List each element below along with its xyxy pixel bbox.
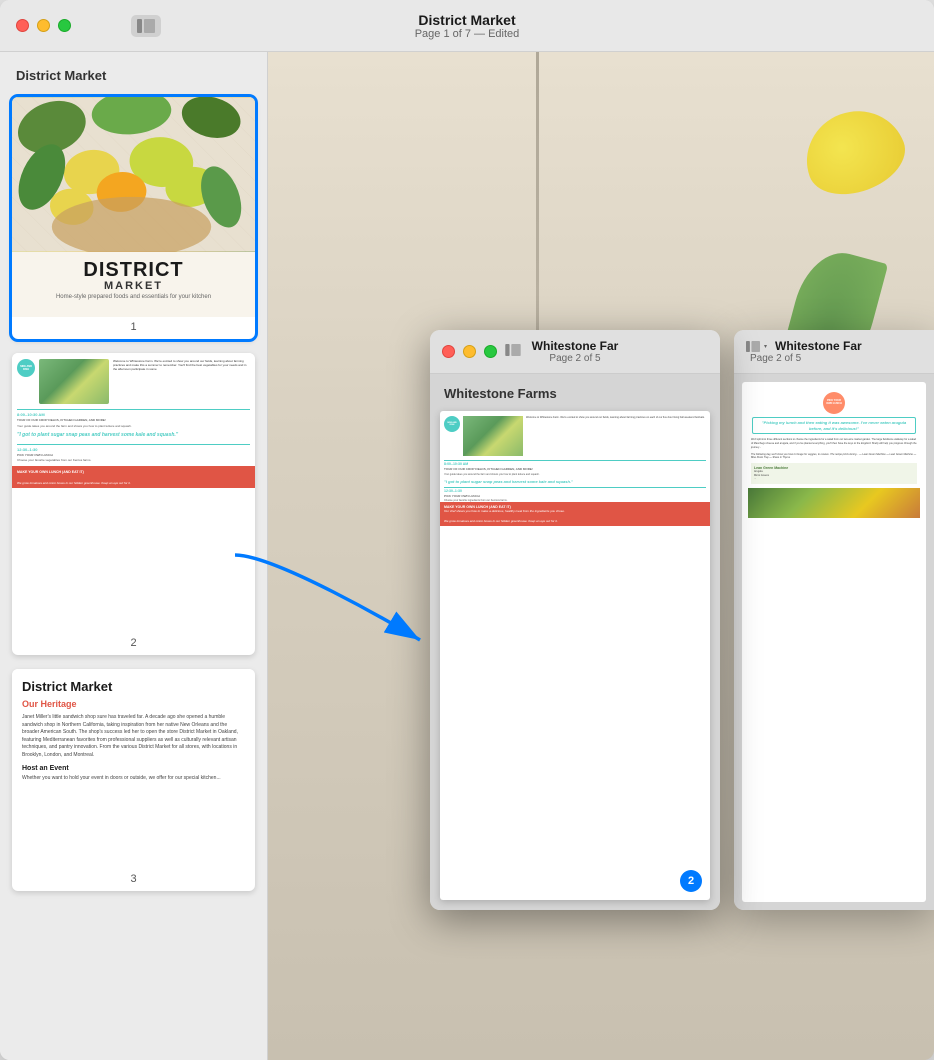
document-subtitle: Page 1 of 7 — Edited [415,28,520,40]
ws-circle: SIDE ANDDISH [444,416,460,432]
ws-text-col: Welcome to Whitestone Farm. We're excite… [526,416,706,456]
thumb2-photo [39,359,109,404]
second-close-button[interactable] [442,345,455,358]
thumb2-schedule2: 12:30–1:30 PICK YOUR OWN LUNCH Choose yo… [12,444,255,462]
window-title-area: District Market Page 1 of 7 — Edited [415,12,520,40]
thumb2-time3-label: MAKE YOUR OWN LUNCH (AND EAT IT) [17,470,250,474]
maximize-button[interactable] [58,19,71,32]
page-1-label: 1 [12,317,255,339]
page-number-badge: 2 [680,870,702,892]
second-minimize-button[interactable] [463,345,476,358]
third-veg-image [748,488,920,518]
third-text-block: We'll split into three different section… [748,436,920,451]
thumb3-body: Janet Miller's little sandwich shop sure… [22,714,245,759]
page-3-preview: District Market Our Heritage Janet Mille… [12,669,255,869]
ws-header: SIDE ANDDISH Welcome to Whitestone Farm.… [440,411,710,459]
third-pick-circle: PICK YOUROWN LUNCH [823,392,845,414]
third-page-content: PICK YOUROWN LUNCH "Picking my lunch and… [742,382,926,524]
thumb3-title: District Market [22,679,245,694]
third-green-section: Lean Green Machine ArugulaMicro Greens..… [751,463,917,484]
ws-red: MAKE YOUR OWN LUNCH (AND EAT IT) Our che… [440,502,710,516]
page-3-content: District Market Our Heritage Janet Mille… [12,669,255,869]
ws-red-text: Our chef shows you how to make a delicio… [444,509,706,513]
ws-sched2: 12:30–1:30 PICK YOUR OWN LUNCH Choose yo… [440,487,710,502]
thumb2-time2: 12:30–1:30 [17,444,250,452]
sidebar-document-title: District Market [12,68,255,83]
panel-toggle-button[interactable] [131,15,161,37]
page-3-label: 3 [12,869,255,891]
thumb2-header: SIDE ANDDISH Welcome to Whitestone Farm.… [12,353,255,407]
third-page: PICK YOUROWN LUNCH "Picking my lunch and… [742,382,926,902]
third-window-titlebar: ▾ Whitestone Far Page 2 of 5 [734,330,934,374]
cover-title: DISTRICT [22,260,245,280]
second-document-subtitle: Page 2 of 5 [532,353,619,364]
second-window-titlebar: Whitestone Far Page 2 of 5 [430,330,720,374]
third-document-subtitle: Page 2 of 5 [750,353,862,364]
third-window-body: PICK YOUROWN LUNCH "Picking my lunch and… [734,374,934,910]
ws-sched: 8:00–10:30 AM TOUR OF OUR CROP FIELDS, K… [440,460,710,477]
thumb2-bottom: We grow tomatoes and onion boxes in our … [12,478,255,488]
ws-bottom: We grow tomatoes and onion boxes in our … [440,516,710,526]
thumb2-time1: 8:00–10:30 AM [17,409,250,417]
third-quote: "Picking my lunch and then eating it was… [752,417,916,434]
third-ingredients: ArugulaMicro Greens... [754,470,914,481]
ws-quote: "I got to plant sugar snap peas and harv… [440,477,710,486]
page-thumb-2[interactable]: SIDE ANDDISH Welcome to Whitestone Farm.… [12,353,255,655]
thumb2-red: MAKE YOUR OWN LUNCH (AND EAT IT) [12,466,255,478]
second-panel-toggle[interactable] [505,343,521,361]
page-2-content: SIDE ANDDISH Welcome to Whitestone Farm.… [12,353,255,633]
third-document-title: Whitestone Far [775,339,862,353]
second-traffic-lights [442,345,497,358]
thumb2-circle: SIDE ANDDISH [17,359,35,377]
cover-tagline: Home-style prepared foods and essentials… [22,294,245,300]
traffic-lights [16,19,71,32]
thumb2-text: Welcome to Whitestone Farm. We're excite… [113,359,250,404]
ws-page-content: SIDE ANDDISH Welcome to Whitestone Farm.… [440,411,710,900]
sidebar[interactable]: District Market [0,52,268,1060]
title-bar: District Market Page 1 of 7 — Edited [0,0,934,52]
thumb3-section: Host an Event [22,765,245,772]
second-window-body: Whitestone Farms SIDE ANDDISH Welcome to… [430,374,720,910]
second-title-area: Whitestone Far Page 2 of 5 [532,339,619,364]
second-page-preview: SIDE ANDDISH Welcome to Whitestone Farm.… [440,411,710,900]
page-2-preview: SIDE ANDDISH Welcome to Whitestone Farm.… [12,353,255,633]
third-recipe-note: The following day, we'll show you how to… [748,451,920,461]
cover-preview: DISTRICT MARKET Home-style prepared food… [12,97,255,317]
third-window[interactable]: ▾ Whitestone Far Page 2 of 5 PICK YOUROW… [734,330,934,910]
cover-text: DISTRICT MARKET Home-style prepared food… [12,252,255,317]
cover-subtitle: MARKET [22,280,245,292]
page-1-preview: DISTRICT MARKET Home-style prepared food… [12,97,255,317]
page-thumb-3[interactable]: District Market Our Heritage Janet Mille… [12,669,255,891]
second-maximize-button[interactable] [484,345,497,358]
page-thumb-1[interactable]: DISTRICT MARKET Home-style prepared food… [12,97,255,339]
thumb2-schedule: 8:00–10:30 AM TOUR OF OUR CROP FIELDS, K… [12,409,255,429]
second-window[interactable]: Whitestone Far Page 2 of 5 Whitestone Fa… [430,330,720,910]
second-window-label: Whitestone Farms [440,384,710,403]
second-document-title: Whitestone Far [532,339,619,353]
minimize-button[interactable] [37,19,50,32]
page-2-label: 2 [12,633,255,655]
document-title: District Market [415,12,520,28]
cover-image [12,97,255,252]
ws-photo [463,416,523,456]
thumb2-quote: "I got to plant sugar snap peas and harv… [12,429,255,442]
thumb3-section-body: Whether you want to hold your event in d… [22,775,245,783]
thumb3-subtitle: Our Heritage [22,699,245,709]
close-button[interactable] [16,19,29,32]
